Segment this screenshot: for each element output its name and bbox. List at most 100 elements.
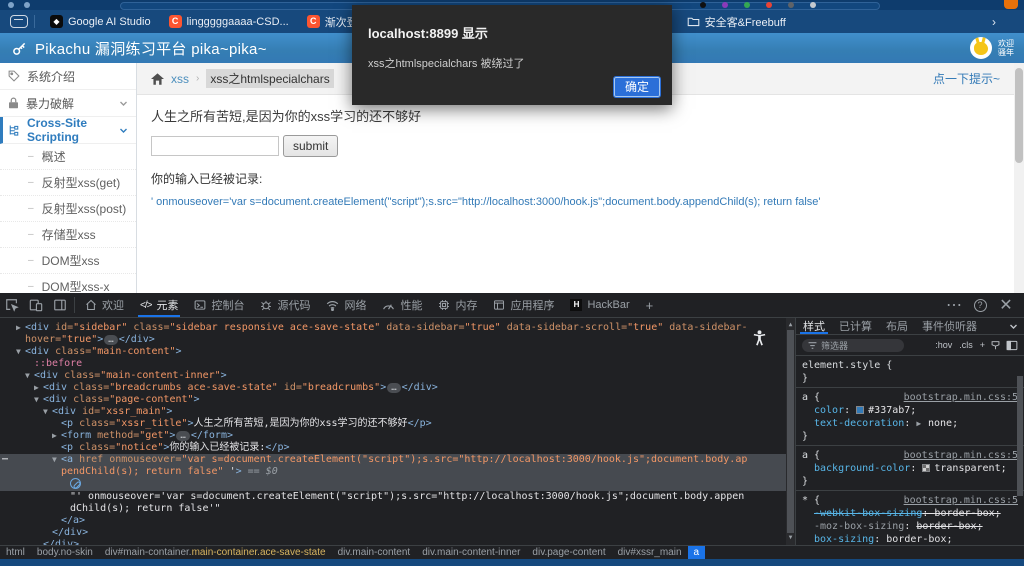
sidebar-subitem[interactable]: – 概述 xyxy=(0,144,136,170)
expand-arrow-icon[interactable]: ▶ xyxy=(16,322,25,334)
tab-元素[interactable]: </> 元素 xyxy=(132,293,186,317)
styles-tab-布局[interactable]: 布局 xyxy=(879,318,915,334)
bookmark-item[interactable]: ◆ Google AI Studio xyxy=(41,10,160,33)
nav-icon[interactable] xyxy=(24,2,30,8)
dom-tree-node[interactable]: </div> xyxy=(0,527,795,539)
sidebar-subitem[interactable]: – 反射型xss(post) xyxy=(0,196,136,222)
devtools-crumb[interactable]: div.main-content-inner xyxy=(416,546,526,559)
expand-arrow-icon[interactable]: ▶ xyxy=(916,419,926,428)
dom-tree-node[interactable]: ::before xyxy=(0,358,795,370)
collapsed-content-badge[interactable]: … xyxy=(176,431,190,441)
styles-filter-input[interactable]: 筛选器 xyxy=(802,338,904,352)
css-property-line[interactable]: -webkit-box-sizing: border-box; xyxy=(802,507,1018,520)
extension-icon[interactable] xyxy=(788,2,794,8)
sidebar-subitem[interactable]: – 存储型xss xyxy=(0,222,136,248)
expand-arrow-icon[interactable]: ▼ xyxy=(34,394,43,406)
color-swatch[interactable] xyxy=(922,464,931,472)
expand-arrow-icon[interactable]: ▼ xyxy=(16,346,25,358)
help-icon[interactable]: ? xyxy=(968,293,992,317)
breadcrumb-xss[interactable]: xss xyxy=(171,72,189,86)
expand-arrow-icon[interactable]: ▶ xyxy=(52,430,61,442)
css-property-line[interactable]: -moz-box-sizing: border-box; xyxy=(802,520,1018,533)
expand-arrow-icon[interactable]: ▼ xyxy=(43,406,52,418)
tab-控制台[interactable]: 控制台 xyxy=(186,293,252,317)
bookmark-item[interactable]: Clingggggaaaa-CSD... xyxy=(160,10,298,33)
dom-tree-node[interactable]: ▼ <div class="main-content-inner"> xyxy=(0,370,795,382)
hint-link[interactable]: 点一下提示~ xyxy=(933,70,1000,87)
devtools-crumb[interactable]: div.page-content xyxy=(526,546,611,559)
edge-browser-icon[interactable] xyxy=(1004,0,1018,9)
css-source-link[interactable]: bootstrap.min.css:5 xyxy=(904,494,1018,507)
sidebar-subitem[interactable]: – 反射型xss(get) xyxy=(0,170,136,196)
devtools-crumb[interactable]: a xyxy=(687,546,706,559)
dom-tree-node[interactable]: ▶ <form method="get">… </form> xyxy=(0,430,795,442)
css-property-line[interactable]: text-decoration: ▶ none; xyxy=(802,417,1018,430)
expand-arrow-icon[interactable]: ▼ xyxy=(25,370,34,382)
extension-icon[interactable] xyxy=(744,2,750,8)
tab-内存[interactable]: 内存 xyxy=(430,293,485,317)
css-property-line[interactable]: background-color: transparent; xyxy=(802,462,1018,475)
dom-tree-node[interactable]: </a> xyxy=(0,515,795,527)
css-property-line[interactable]: box-sizing: border-box; xyxy=(802,533,1018,545)
css-source-link[interactable]: bootstrap.min.css:5 xyxy=(904,391,1018,404)
more-options-icon[interactable]: ⋯ xyxy=(942,293,966,317)
tab-网络[interactable]: 网络 xyxy=(318,293,374,317)
devtools-crumb[interactable]: div.main-content xyxy=(332,546,417,559)
devtools-crumb[interactable]: div#main-container. main-container.ace-sa… xyxy=(99,546,332,559)
extension-icon[interactable] xyxy=(766,2,772,8)
tab-应用程序[interactable]: 应用程序 xyxy=(485,293,562,317)
sidebar-item-xss[interactable]: Cross-Site Scripting xyxy=(0,116,136,144)
avatar[interactable] xyxy=(970,37,992,59)
sidebar-subitem[interactable]: – DOM型xss xyxy=(0,248,136,274)
dom-tree-node[interactable]: </div> xyxy=(0,539,795,546)
nav-icon[interactable] xyxy=(8,2,14,8)
collapsed-content-badge[interactable]: … xyxy=(104,335,118,345)
profile-avatar[interactable] xyxy=(810,2,816,8)
sidebar-item-bruteforce[interactable]: 暴力破解 xyxy=(0,90,136,117)
xss-input[interactable] xyxy=(151,136,279,156)
styles-toggle-cls[interactable]: .cls xyxy=(959,340,973,350)
tab-new[interactable]: + xyxy=(638,293,662,317)
dom-tree-node[interactable]: <p class="notice">你的输入已经被记录:</p> xyxy=(0,442,795,454)
dock-side-icon[interactable] xyxy=(48,293,72,317)
dom-tree-node[interactable]: ▶ <div class="breadcrumbs ace-save-state"… xyxy=(0,382,795,394)
dom-tree-node[interactable]: ▼ <div class="main-content"> xyxy=(0,346,795,358)
dialog-ok-button[interactable]: 确定 xyxy=(613,76,661,98)
payload-link[interactable]: ' onmouseover='var s=document.createElem… xyxy=(151,196,1000,208)
dom-tree-node[interactable]: <p class="xssr_title">人生之所有苦短,是因为你的xss学习… xyxy=(0,418,795,430)
sidebar-item-intro[interactable]: 系统介绍 xyxy=(0,63,136,90)
dom-tree-node[interactable]: "' onmouseover='var s=document.createEle… xyxy=(0,491,795,515)
styles-tab-事件侦听器[interactable]: 事件侦听器 xyxy=(915,318,984,334)
device-toolbar-icon[interactable] xyxy=(24,293,48,317)
tab-HackBar[interactable]: H HackBar xyxy=(562,293,637,317)
devtools-crumb[interactable]: body.no-skin xyxy=(31,546,99,559)
styles-tab-样式[interactable]: 样式 xyxy=(796,318,832,334)
color-swatch[interactable] xyxy=(856,406,865,414)
styles-scrollbar[interactable] xyxy=(1016,356,1024,545)
tab-源代码[interactable]: 源代码 xyxy=(252,293,318,317)
devtools-crumb[interactable]: html xyxy=(0,546,31,559)
chevron-down-icon[interactable] xyxy=(1009,322,1018,331)
rendering-emulation-icon[interactable] xyxy=(990,340,1001,351)
tab-欢迎[interactable]: 欢迎 xyxy=(77,293,132,317)
sidebar-subitem[interactable]: – DOM型xss-x xyxy=(0,274,136,293)
home-icon[interactable] xyxy=(151,72,164,85)
dom-tree-node[interactable]: ⋯ ▼ <a href onmouseover="var s=document.cr… xyxy=(0,454,795,478)
elements-scrollbar[interactable]: ▲ ▼ xyxy=(786,318,795,545)
styles-toggle-[interactable]: + xyxy=(980,340,985,350)
css-property-line[interactable]: color: #337ab7; xyxy=(802,404,1018,417)
extension-icon[interactable] xyxy=(722,2,728,8)
tab-性能[interactable]: 性能 xyxy=(374,293,430,317)
submit-button[interactable]: submit xyxy=(283,135,339,157)
extension-icon[interactable] xyxy=(700,2,706,8)
dom-tree-node[interactable]: ▶ <div id="sidebar" class="sidebar respon… xyxy=(0,322,795,346)
dom-tree-node[interactable]: ▼ <div class="page-content"> xyxy=(0,394,795,406)
dom-tree-node[interactable] xyxy=(0,478,795,491)
css-source-link[interactable]: bootstrap.min.css:5 xyxy=(904,449,1018,462)
close-devtools-icon[interactable]: ✕ xyxy=(994,293,1018,317)
reveal-adorner-icon[interactable] xyxy=(70,478,81,489)
styles-toggle-hov[interactable]: :hov xyxy=(935,340,952,350)
dom-tree-node[interactable]: ▼ <div id="xssr_main"> xyxy=(0,406,795,418)
apps-icon[interactable] xyxy=(10,15,28,28)
page-scrollbar[interactable] xyxy=(1014,63,1024,293)
